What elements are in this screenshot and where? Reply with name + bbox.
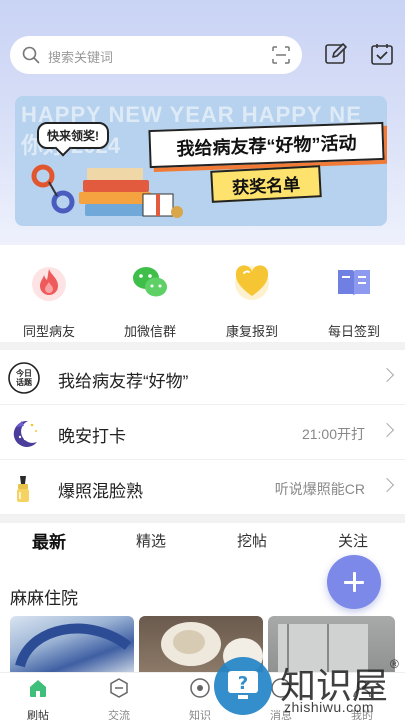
banner-tag: 快来领奖! [37, 122, 109, 149]
row-meta: 听说爆照能CR [274, 481, 365, 497]
search-bar[interactable]: 搜索关键词 [10, 36, 302, 74]
quick-actions: 同型病友 加微信群 康复报到 每日签到 [0, 262, 405, 342]
quick-action-similar-patients[interactable]: 同型病友 [4, 262, 94, 340]
lipstick-icon [17, 476, 29, 502]
nav-label: 刷帖 [27, 710, 49, 720]
post-image[interactable] [10, 616, 134, 672]
row-title: 爆照混脸熟 [58, 482, 143, 501]
search-placeholder: 搜索关键词 [48, 50, 114, 65]
post-image-art [15, 623, 132, 668]
quick-action-label: 每日签到 [327, 324, 380, 339]
chevron-right-icon [379, 367, 395, 383]
watermark: ? 知识屋 zhishiwu.com ® [210, 655, 405, 720]
chat-icon [110, 678, 128, 698]
moon-icon [13, 420, 37, 447]
row-title: 晚安打卡 [58, 427, 126, 446]
feed-tabs: 最新 精选 挖帖 关注 [0, 524, 405, 560]
quick-action-label: 同型病友 [22, 324, 75, 339]
search-icon [22, 46, 40, 64]
flame-icon [32, 267, 66, 301]
post-title: 麻麻住院 [10, 589, 78, 608]
section-divider [0, 342, 405, 350]
row-title: 我给病友荐“好物” [58, 372, 189, 391]
quick-action-label: 加微信群 [123, 324, 176, 339]
heart-icon [235, 265, 269, 300]
topic-row-good-stuff[interactable]: 今日 话题 我给病友荐“好物” [0, 350, 405, 405]
add-post-button[interactable] [327, 555, 381, 609]
quick-action-wechat-group[interactable]: 加微信群 [105, 262, 195, 340]
banner-headline-box: 我给病友荐“好物”活动 [148, 121, 385, 169]
calendar-check-icon[interactable] [370, 42, 394, 66]
chevron-right-icon [379, 422, 395, 438]
banner-headline: 我给病友荐“好物”活动 [176, 132, 357, 160]
today-topic-icon: 今日 话题 [8, 362, 40, 394]
banner-award-box: 获奖名单 [210, 165, 322, 203]
svg-text:话题: 话题 [16, 377, 33, 387]
quick-action-label: 康复报到 [225, 324, 278, 339]
question-monitor-icon: ? [228, 671, 258, 699]
nav-label: 交流 [108, 710, 130, 720]
quick-action-recovery-report[interactable]: 康复报到 [207, 262, 297, 340]
svg-text:?: ? [238, 673, 248, 694]
section-divider [0, 515, 405, 523]
tab-following[interactable]: 关注 [338, 530, 368, 551]
banner-award: 获奖名单 [231, 174, 301, 198]
topic-row-photo[interactable]: 爆照混脸熟 听说爆照能CR [0, 460, 405, 515]
tab-featured[interactable]: 精选 [136, 530, 166, 551]
row-meta: 21:00开打 [301, 426, 365, 442]
topic-row-goodnight[interactable]: 晚安打卡 21:00开打 [0, 405, 405, 460]
nav-chat[interactable]: 交流 [89, 677, 149, 720]
wechat-icon [133, 267, 167, 297]
knowledge-icon [190, 678, 210, 698]
book-icon [338, 270, 370, 296]
scan-icon[interactable] [272, 46, 290, 64]
svg-text:今日: 今日 [15, 368, 32, 378]
nav-home[interactable]: 刷帖 [8, 677, 68, 720]
event-banner[interactable]: HAPPY NEW YEAR HAPPY NE 你好 2024 快来领奖! 我给… [15, 96, 387, 226]
home-icon [30, 680, 46, 697]
quick-action-daily-checkin[interactable]: 每日签到 [309, 262, 399, 340]
chevron-right-icon [379, 477, 395, 493]
watermark-url: zhishiwu.com [284, 699, 375, 715]
watermark-registered: ® [390, 657, 399, 671]
tab-dig[interactable]: 挖帖 [237, 530, 267, 551]
edit-icon[interactable] [324, 42, 348, 66]
tab-latest[interactable]: 最新 [32, 528, 66, 553]
watermark-logo: ? [214, 657, 272, 715]
